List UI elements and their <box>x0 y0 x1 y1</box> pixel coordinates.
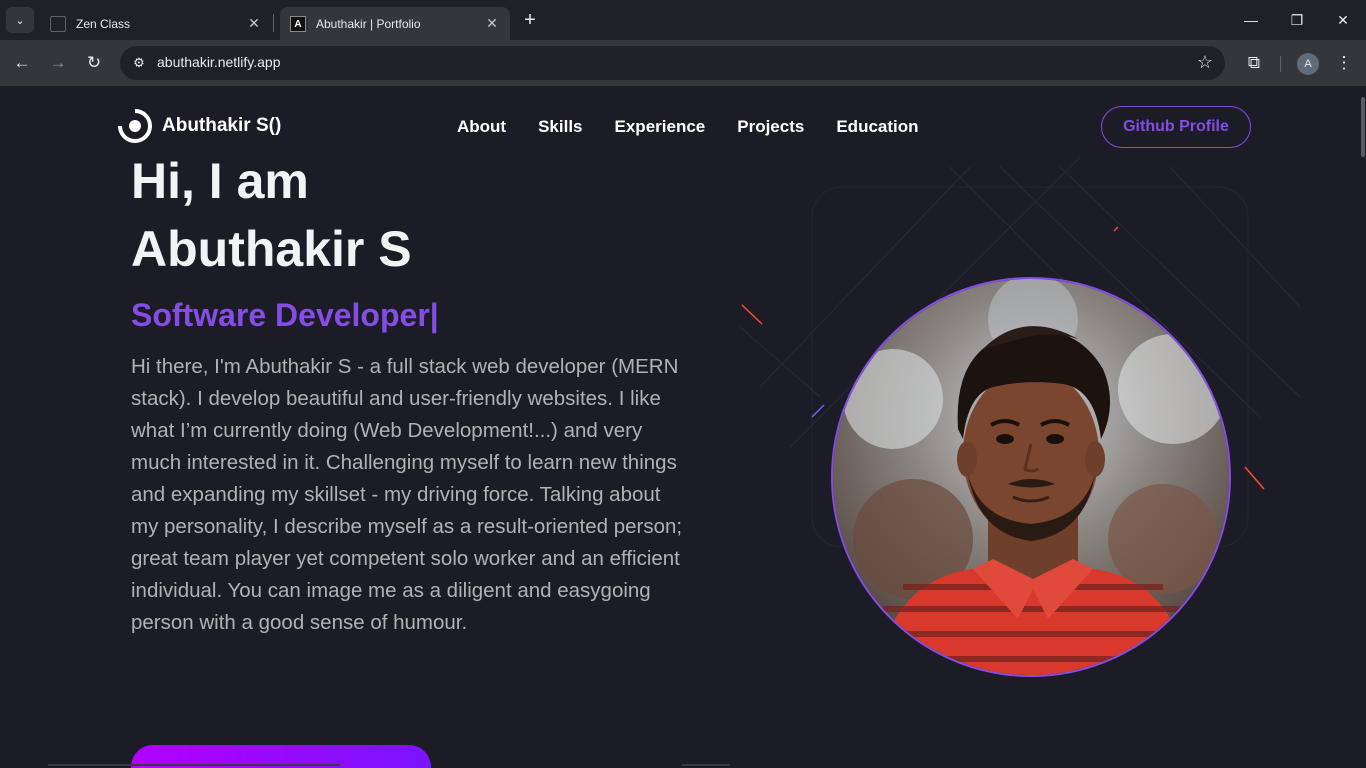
address-bar[interactable]: ⚙ abuthakir.netlify.app ☆ <box>120 46 1225 80</box>
nav-link-about[interactable]: About <box>457 117 506 137</box>
browser-toolbar: ← → ↻ ⚙ abuthakir.netlify.app ☆ ⧉ A ⋮ <box>0 40 1366 87</box>
extensions-puzzle-icon[interactable]: ⧉ <box>1241 50 1267 76</box>
hero-role: Software Developer| <box>131 297 439 333</box>
brand-name: Abuthakir S() <box>162 115 282 136</box>
close-tab-icon[interactable]: ✕ <box>246 15 262 32</box>
logo-mark-icon <box>117 108 152 143</box>
toolbar-divider <box>1280 56 1281 72</box>
nav-link-education[interactable]: Education <box>836 117 918 137</box>
tab-divider <box>273 14 274 32</box>
back-arrow-icon[interactable]: ← <box>9 50 35 76</box>
profile-photo <box>831 277 1231 677</box>
kebab-menu-icon[interactable]: ⋮ <box>1331 50 1357 76</box>
forward-arrow-icon[interactable]: → <box>45 50 71 76</box>
reload-icon[interactable]: ↻ <box>81 50 107 76</box>
github-profile-button[interactable]: Github Profile <box>1101 106 1251 148</box>
tab-title: Zen Class <box>76 16 131 31</box>
nav-link-skills[interactable]: Skills <box>538 117 582 137</box>
new-tab-button[interactable]: + <box>518 9 542 31</box>
hero-bio: Hi there, I'm Abuthakir S - a full stack… <box>131 355 683 634</box>
site-info-icon[interactable]: ⚙ <box>130 54 148 72</box>
bookmark-star-icon[interactable]: ☆ <box>1197 52 1213 73</box>
brand-logo[interactable]: Abuthakir S() <box>117 108 282 143</box>
zen-class-favicon-icon <box>50 15 66 32</box>
tab-title: Abuthakir | Portfolio <box>316 16 421 31</box>
hero-greeting: Hi, I am <box>131 153 309 209</box>
tab-zen-class[interactable]: Zen Class ✕ <box>40 7 272 40</box>
tab-portfolio[interactable]: A Abuthakir | Portfolio ✕ <box>280 7 510 40</box>
restore-icon[interactable]: ❐ <box>1282 8 1312 32</box>
nav-link-experience[interactable]: Experience <box>615 117 706 137</box>
nav-links: About Skills Experience Projects Educati… <box>457 117 919 137</box>
window-close-icon[interactable]: ✕ <box>1328 8 1358 32</box>
scrollbar-thumb[interactable] <box>1361 97 1365 157</box>
bottom-divider <box>682 764 730 766</box>
bottom-divider <box>48 764 340 766</box>
profile-avatar[interactable]: A <box>1297 53 1319 75</box>
portfolio-page: Abuthakir S() About Skills Experience Pr… <box>0 87 1366 768</box>
tab-search-button[interactable]: ⌄ <box>6 7 34 33</box>
hero-name: Abuthakir S <box>131 221 412 277</box>
page-scrollbar[interactable] <box>1360 87 1366 768</box>
minimize-icon[interactable]: — <box>1236 8 1266 32</box>
close-tab-icon[interactable]: ✕ <box>484 15 500 32</box>
browser-tab-bar: ⌄ Zen Class ✕ A Abuthakir | Portfolio ✕ … <box>0 0 1366 40</box>
nav-link-projects[interactable]: Projects <box>737 117 804 137</box>
url-text[interactable]: abuthakir.netlify.app <box>157 54 281 70</box>
portfolio-favicon-icon: A <box>290 15 306 32</box>
